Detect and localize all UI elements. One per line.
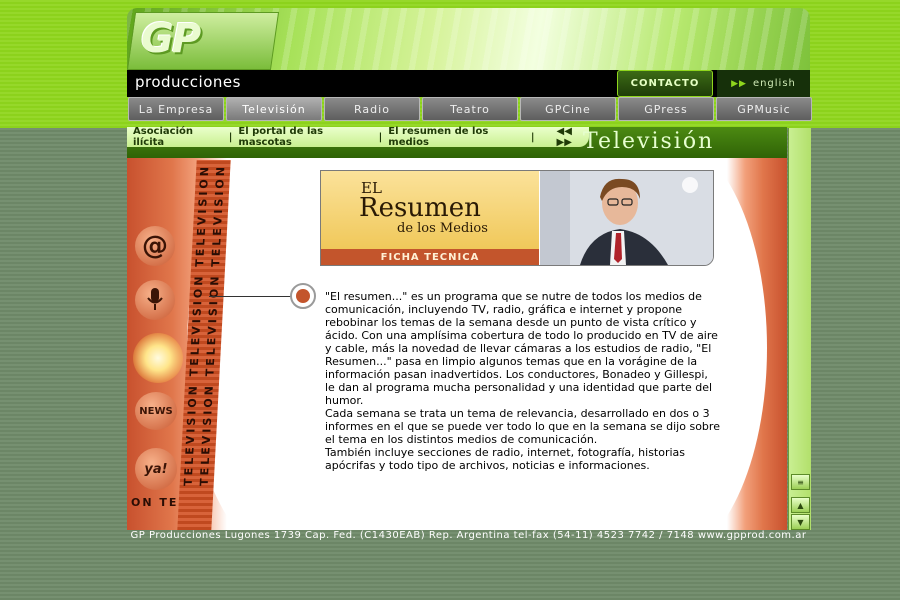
program-description: "El resumen..." es un programa que se nu… [325, 290, 720, 472]
right-curve [727, 158, 767, 530]
description-paragraph: También incluye secciones de radio, inte… [325, 446, 686, 472]
header-banner: GP [127, 8, 810, 70]
nav-item-radio[interactable]: Radio [324, 97, 420, 121]
program-card: EL Resumen de los Medios FICHA TECNICA [320, 170, 714, 266]
at-icon: @ [135, 226, 175, 266]
subnav-item-portal-mascotas[interactable]: El portal de las mascotas [232, 126, 378, 148]
news-icon: NEWS [135, 392, 177, 430]
right-decoration [727, 158, 787, 530]
scroll-up-icon[interactable]: ▲ [791, 497, 810, 513]
bullet-dot-icon [290, 283, 316, 309]
on-tv-text: ON TE [131, 496, 179, 509]
host-photo-svg [540, 171, 713, 265]
nav-item-teatro[interactable]: Teatro [422, 97, 518, 121]
scroll-grip-icon[interactable]: ≡ [791, 474, 810, 490]
light-icon [133, 333, 183, 383]
microphone-icon [135, 280, 175, 320]
description-paragraph: "El resumen..." es un programa que se nu… [325, 290, 718, 407]
connector-line [209, 296, 291, 297]
main-nav: La Empresa Televisión Radio Teatro GPCin… [127, 97, 812, 121]
english-link[interactable]: ▶▶ english [717, 70, 810, 97]
nav-item-gpmusic[interactable]: GPMusic [716, 97, 812, 121]
subnav-item-resumen-medios[interactable]: El resumen de los medios [382, 126, 531, 148]
host-photo [540, 171, 713, 265]
vertical-scrollbar[interactable]: ≡ ▲ ▼ [788, 128, 811, 530]
brand-tagline: producciones [135, 73, 241, 91]
double-arrow-icon: ▶▶ [731, 78, 747, 89]
footer-address: GP Producciones Lugones 1739 Cap. Fed. (… [130, 530, 807, 541]
english-label: english [752, 78, 796, 89]
ya-icon: ya! [135, 448, 177, 490]
nav-item-gpcine[interactable]: GPCine [520, 97, 616, 121]
program-subtitle: de los Medios [397, 221, 488, 236]
gp-logo[interactable]: GP [141, 16, 201, 62]
program-title: Resumen [359, 193, 481, 223]
microphone-icon-svg [147, 288, 163, 310]
sub-nav: Asociación ilícita | El portal de las ma… [127, 126, 589, 148]
brand-bar: producciones CONTACTO ▶▶ english [127, 70, 810, 97]
program-title-panel: EL Resumen de los Medios [321, 171, 539, 249]
ficha-tecnica-link[interactable]: FICHA TECNICA [321, 249, 539, 265]
nav-item-television[interactable]: Televisión [226, 97, 322, 121]
nav-item-gpress[interactable]: GPress [618, 97, 714, 121]
scroll-down-icon[interactable]: ▼ [791, 514, 810, 530]
section-title: Televisión [583, 129, 715, 154]
nav-item-la-empresa[interactable]: La Empresa [128, 97, 224, 121]
subnav-item-asociacion-ilicita[interactable]: Asociación ilícita [127, 126, 229, 148]
contact-button[interactable]: CONTACTO [617, 70, 713, 97]
description-paragraph: Cada semana se trata un tema de relevanc… [325, 407, 720, 446]
subnav-separator: | [530, 131, 535, 143]
bullet-dot-inner [296, 289, 310, 303]
